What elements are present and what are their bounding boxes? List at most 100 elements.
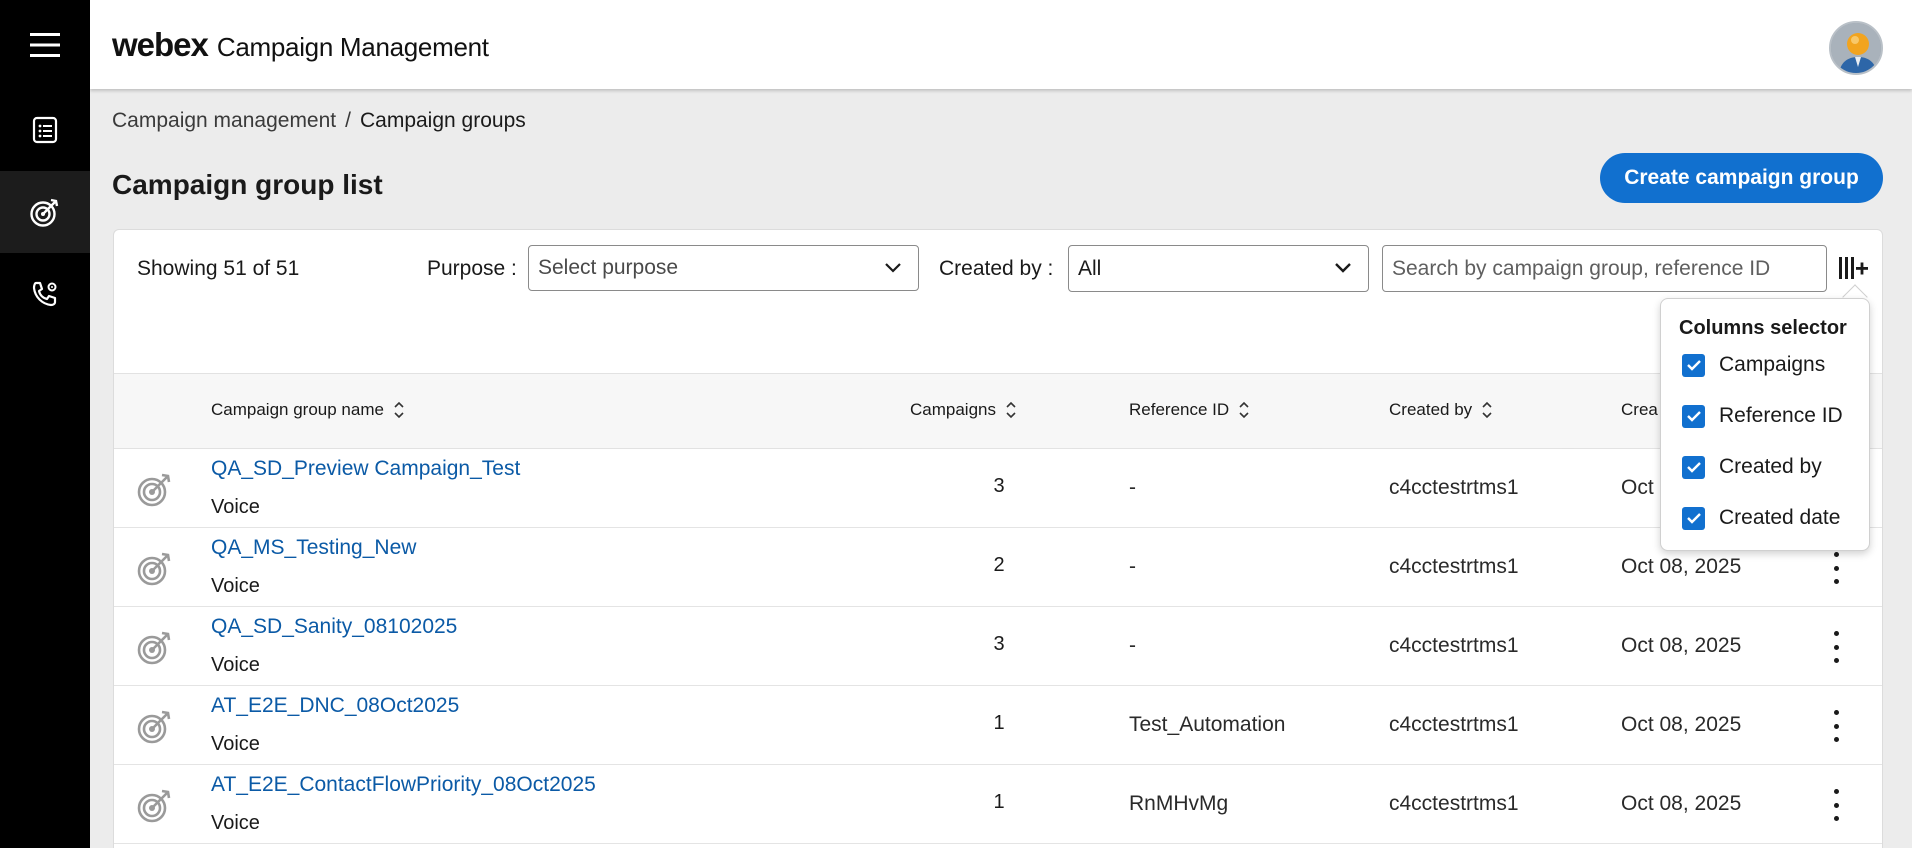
campaign-count: 2 xyxy=(993,554,1005,576)
table-row: QA_MS_Testing_New Voice 2 - c4cctestrtms… xyxy=(114,528,1882,607)
column-selector-button[interactable] xyxy=(1835,250,1871,286)
more-dot-icon xyxy=(1833,789,1839,794)
campaign-group-name-link[interactable]: AT_E2E_DNC_08Oct2025 xyxy=(211,694,459,718)
row-actions-button[interactable] xyxy=(1824,708,1848,744)
purpose-select-value: Select purpose xyxy=(538,256,679,279)
more-dot-icon xyxy=(1833,644,1839,650)
sort-icon xyxy=(1006,401,1016,419)
campaign-group-purpose: Voice xyxy=(211,654,260,676)
campaign-group-purpose: Voice xyxy=(211,575,260,597)
column-header-campaigns[interactable]: Campaigns xyxy=(910,400,1017,420)
more-dot-icon xyxy=(1833,552,1839,557)
app-header: webex Campaign Management xyxy=(90,0,1912,89)
table-row: AT_E2E_ContactFlowPriority_08Oct2025 Voi… xyxy=(114,765,1882,844)
column-header-reference-id[interactable]: Reference ID xyxy=(1129,400,1250,420)
more-dot-icon xyxy=(1833,579,1839,584)
reference-id: RnMHvMg xyxy=(1129,792,1229,815)
column-option-created-date[interactable]: Created date xyxy=(1682,506,1840,530)
created-by-filter-label: Created by : xyxy=(939,257,1054,280)
created-date: Oct xyxy=(1621,476,1654,499)
campaign-group-name-link[interactable]: QA_MS_Testing_New xyxy=(211,536,416,560)
menu-button[interactable] xyxy=(0,0,90,89)
column-option-campaigns[interactable]: Campaigns xyxy=(1682,353,1825,377)
breadcrumb-current: Campaign groups xyxy=(359,109,526,132)
column-option-reference-id[interactable]: Reference ID xyxy=(1682,404,1843,428)
campaign-count: 1 xyxy=(993,791,1005,813)
reference-id: - xyxy=(1129,555,1136,578)
created-date: Oct 08, 2025 xyxy=(1621,792,1742,815)
created-date: Oct 08, 2025 xyxy=(1621,555,1742,578)
created-date: Oct 08, 2025 xyxy=(1621,634,1742,657)
campaign-count: 3 xyxy=(993,475,1005,497)
created-by-select-value: All xyxy=(1078,256,1102,280)
column-option-label: Campaigns xyxy=(1719,353,1826,376)
avatar[interactable] xyxy=(1829,21,1883,75)
more-dot-icon xyxy=(1833,816,1839,821)
column-header-created-by-label: Created by xyxy=(1389,400,1473,419)
created-by: c4cctestrtms1 xyxy=(1389,634,1519,657)
created-by: c4cctestrtms1 xyxy=(1389,476,1519,499)
target-icon xyxy=(30,198,59,227)
campaign-group-icon xyxy=(134,470,174,515)
campaign-count: 3 xyxy=(993,633,1005,655)
column-header-name[interactable]: Campaign group name xyxy=(211,400,405,420)
column-option-label: Created date xyxy=(1719,506,1841,529)
page-title: Campaign group list xyxy=(112,169,383,200)
campaign-group-name-link[interactable]: QA_SD_Preview Campaign_Test xyxy=(211,457,520,481)
list-icon xyxy=(32,116,58,144)
column-option-label: Created by xyxy=(1719,455,1822,478)
reference-id: Test_Automation xyxy=(1129,713,1286,736)
column-header-created-by[interactable]: Created by xyxy=(1389,400,1493,420)
columns-add-icon xyxy=(1839,257,1868,279)
more-dot-icon xyxy=(1833,658,1839,663)
purpose-select[interactable]: Select purpose xyxy=(528,245,919,291)
create-campaign-group-button[interactable]: Create campaign group xyxy=(1600,153,1883,203)
checkbox-checked-icon[interactable] xyxy=(1682,353,1705,377)
more-dot-icon xyxy=(1833,710,1839,715)
column-header-name-label: Campaign group name xyxy=(211,400,384,419)
webex-logo: webex xyxy=(112,25,209,63)
chevron-down-icon xyxy=(885,263,901,273)
hamburger-menu-icon xyxy=(30,32,60,57)
table-row: QA_SD_Sanity_08102025 Voice 3 - c4cctest… xyxy=(114,607,1882,686)
breadcrumb-parent[interactable]: Campaign management xyxy=(112,109,336,132)
more-dot-icon xyxy=(1833,723,1839,729)
campaign-group-name-link[interactable]: QA_SD_Sanity_08102025 xyxy=(211,615,457,639)
reference-id: - xyxy=(1129,476,1136,499)
column-header-created-date[interactable]: Crea xyxy=(1621,400,1658,420)
columns-selector-popover: Columns selector Campaigns Reference ID … xyxy=(1660,298,1870,551)
checkbox-checked-icon[interactable] xyxy=(1682,455,1705,479)
row-actions-button[interactable] xyxy=(1824,550,1848,586)
user-avatar-icon xyxy=(1831,23,1881,73)
app-title: Campaign Management xyxy=(216,31,489,62)
nav-item-dialer[interactable] xyxy=(0,253,90,335)
created-by-select[interactable]: All xyxy=(1068,245,1369,292)
breadcrumb: Campaign management / Campaign groups xyxy=(112,109,526,133)
checkbox-checked-icon[interactable] xyxy=(1682,506,1705,530)
sort-icon xyxy=(1482,401,1492,419)
search-input[interactable] xyxy=(1382,245,1827,292)
checkbox-checked-icon[interactable] xyxy=(1682,404,1705,428)
column-header-campaigns-label: Campaigns xyxy=(910,400,996,419)
breadcrumb-separator: / xyxy=(345,109,351,132)
campaign-group-icon xyxy=(134,628,174,673)
columns-selector-title: Columns selector xyxy=(1679,317,1847,339)
more-dot-icon xyxy=(1833,802,1839,808)
row-actions-button[interactable] xyxy=(1824,787,1848,823)
campaign-group-icon xyxy=(134,707,174,752)
column-header-reference-id-label: Reference ID xyxy=(1129,400,1230,419)
sort-icon xyxy=(394,401,404,419)
nav-item-campaign-groups[interactable] xyxy=(0,171,90,253)
table-row: AT_E2E_DNC_08Oct2025 Voice 1 Test_Automa… xyxy=(114,686,1882,765)
nav-item-campaigns[interactable] xyxy=(0,89,90,171)
phone-settings-icon xyxy=(32,281,57,307)
created-by: c4cctestrtms1 xyxy=(1389,713,1519,736)
campaign-group-name-link[interactable]: AT_E2E_ContactFlowPriority_08Oct2025 xyxy=(211,773,596,797)
row-actions-button[interactable] xyxy=(1824,629,1848,665)
sort-icon xyxy=(1239,401,1249,419)
column-header-created-date-label: Crea xyxy=(1621,400,1658,419)
campaign-group-purpose: Voice xyxy=(211,733,260,755)
reference-id: - xyxy=(1129,634,1136,657)
column-option-created-by[interactable]: Created by xyxy=(1682,455,1822,479)
campaign-count: 1 xyxy=(993,712,1005,734)
